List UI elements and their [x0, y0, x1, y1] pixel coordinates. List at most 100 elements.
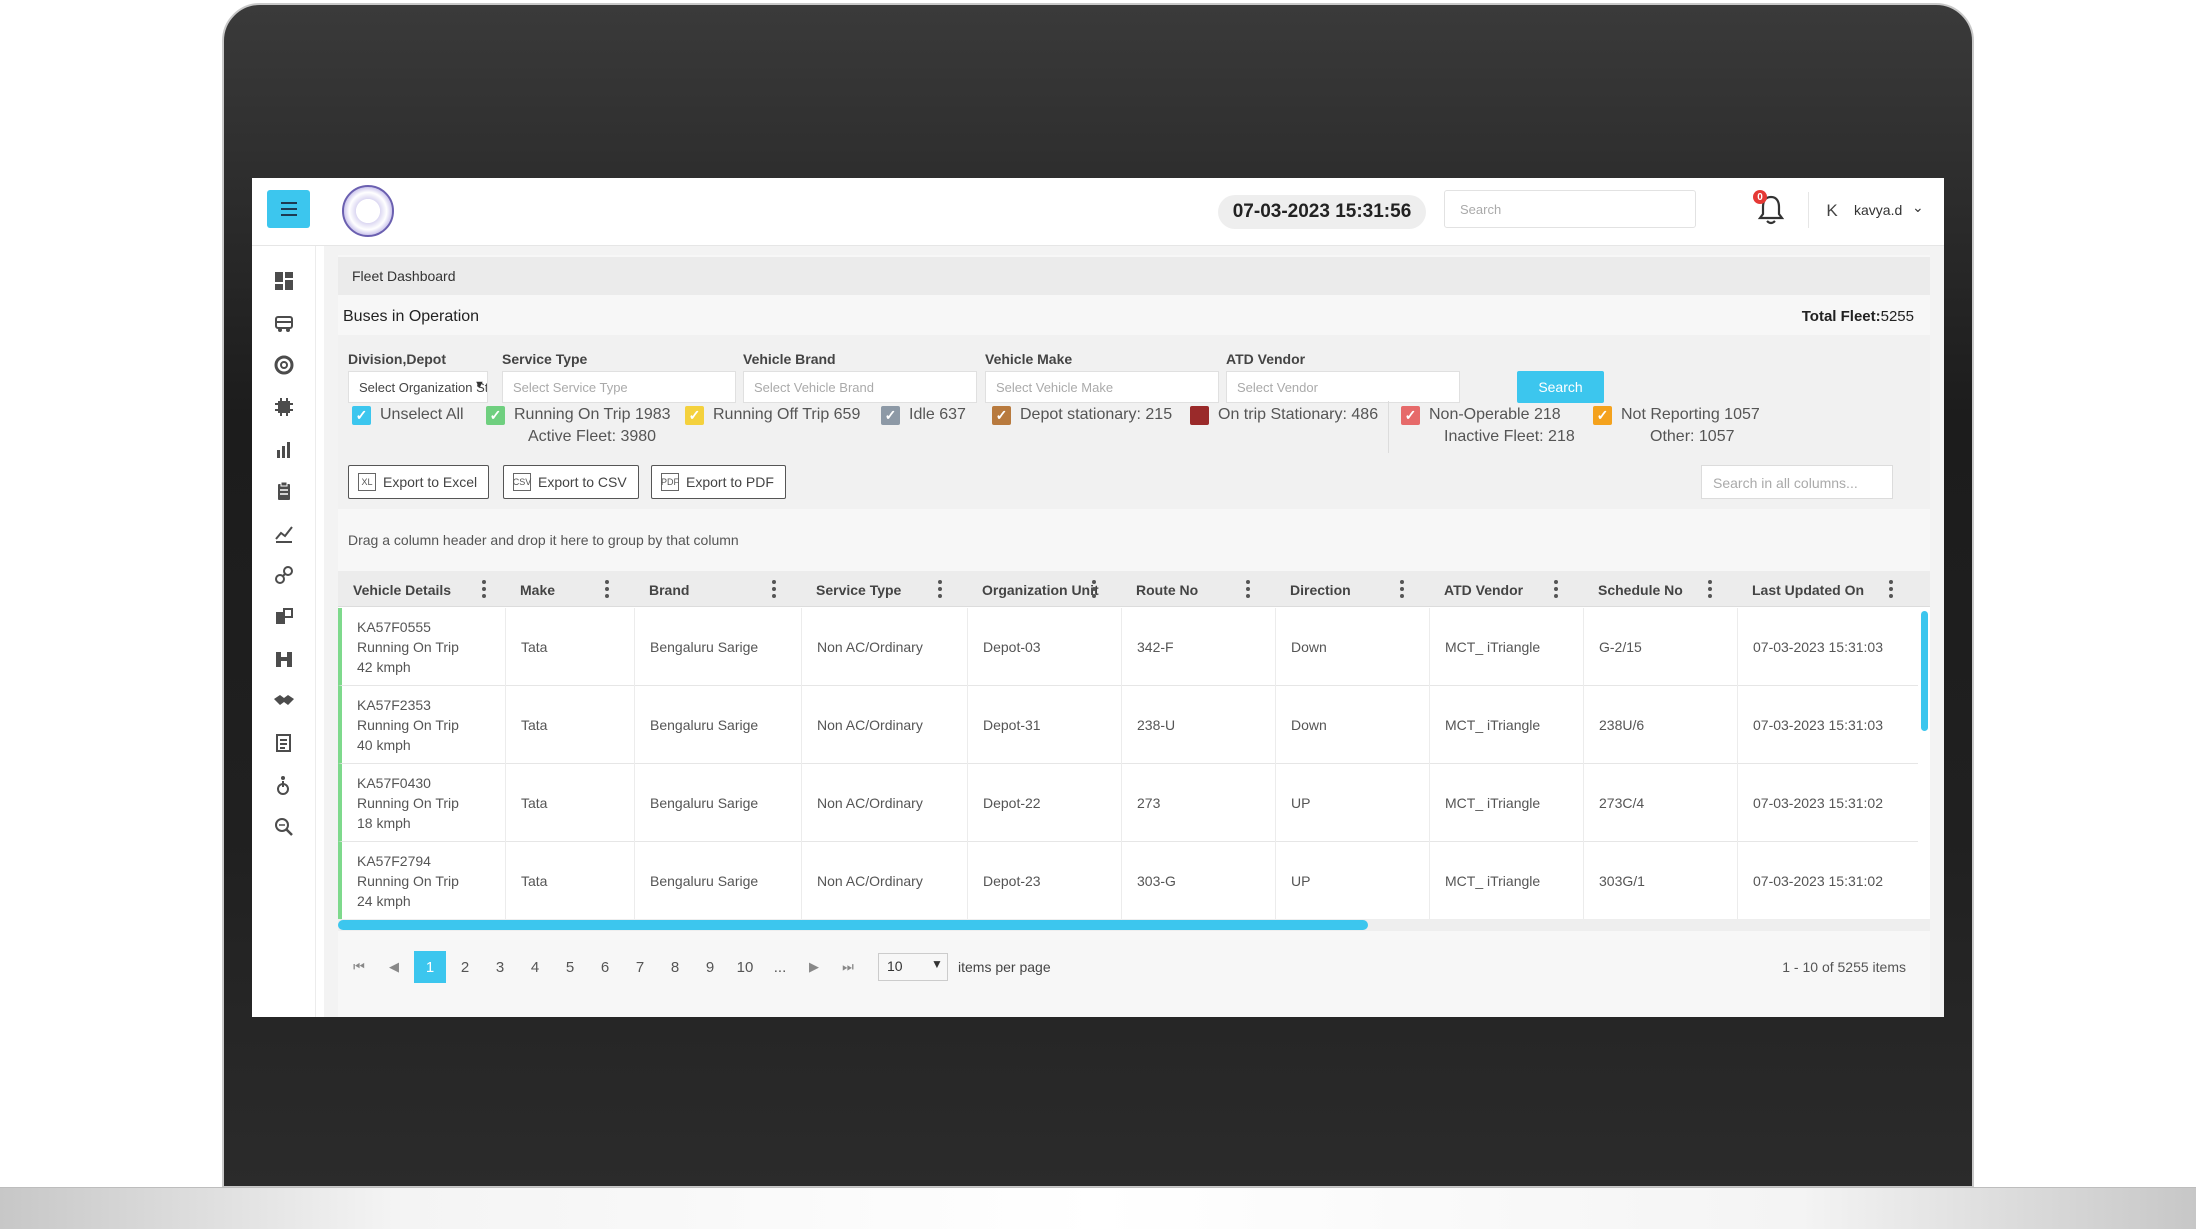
page-title: Buses in Operation: [343, 308, 480, 325]
vertical-scrollbar[interactable]: [1921, 611, 1928, 731]
service-type-cell: Non AC/Ordinary: [801, 608, 967, 686]
export-excel-button[interactable]: XL Export to Excel: [348, 465, 490, 499]
vehicle-details-cell: KA57F2353 Running On Trip 40 kmph: [342, 686, 505, 764]
column-menu-icon[interactable]: [1553, 580, 1559, 598]
column-search-input[interactable]: Search in all columns...: [1701, 465, 1893, 499]
page-button-4[interactable]: 4: [519, 951, 551, 983]
previous-page-icon[interactable]: ◀: [378, 951, 410, 983]
vehicle-status: Running On Trip: [357, 873, 459, 889]
column-header-last-updated-on[interactable]: Last Updated On: [1737, 571, 1879, 607]
schedule-no-cell: 273C/4: [1583, 764, 1737, 842]
current-datetime: 07-03-2023 15:31:56: [1218, 195, 1426, 229]
export-pdf-button[interactable]: PDF Export to PDF: [651, 465, 786, 499]
legend-unselect-all[interactable]: ✓ Unselect All: [352, 403, 464, 427]
export-csv-label: Export to CSV: [538, 474, 627, 490]
vehicle-speed: 42 kmph: [357, 659, 411, 675]
table-row[interactable]: KA57F2353 Running On Trip 40 kmph Tata B…: [338, 686, 1918, 764]
legend-on-trip-stationary[interactable]: On trip Stationary: 486: [1190, 403, 1378, 427]
bus-icon[interactable]: [271, 310, 297, 336]
legend-idle[interactable]: ✓ Idle 637: [881, 403, 966, 427]
clipboard-icon[interactable]: [271, 478, 297, 504]
column-header-make[interactable]: Make: [505, 571, 570, 607]
sidebar: [252, 246, 316, 1017]
column-menu-icon[interactable]: [1245, 580, 1251, 598]
page-button-9[interactable]: 9: [694, 951, 726, 983]
service-type-label: Service Type: [502, 351, 588, 367]
global-search-input[interactable]: Search: [1444, 190, 1696, 228]
column-header-atd-vendor[interactable]: ATD Vendor: [1429, 571, 1538, 607]
legend-running-off-trip[interactable]: ✓ Running Off Trip 659: [685, 403, 860, 427]
depot-icon[interactable]: [271, 604, 297, 630]
column-header-service-type[interactable]: Service Type: [801, 571, 916, 607]
service-type-select[interactable]: Select Service Type: [502, 371, 736, 403]
notification-count-badge: 0: [1753, 190, 1767, 204]
atd-vendor-select[interactable]: Select Vendor: [1226, 371, 1460, 403]
page-button-10[interactable]: 10: [729, 951, 761, 983]
handshake-icon[interactable]: [271, 688, 297, 714]
route-icon[interactable]: [271, 562, 297, 588]
column-header-direction[interactable]: Direction: [1275, 571, 1366, 607]
hamburger-menu-button[interactable]: [267, 190, 310, 228]
last-page-icon[interactable]: ⏭: [832, 951, 864, 983]
legend-non-operable[interactable]: ✓ Non-Operable 218: [1401, 403, 1561, 427]
analytics-icon[interactable]: [271, 520, 297, 546]
pagination-bar: ⏮ ◀ 1 2 3 4 5 6 7 8 9 10 ... ▶ ⏭ 10 ▼ it…: [338, 947, 1930, 987]
table-row[interactable]: KA57F2794 Running On Trip 24 kmph Tata B…: [338, 842, 1918, 920]
pdf-file-icon: PDF: [661, 473, 679, 491]
legend-not-reporting[interactable]: ✓ Not Reporting 1057: [1593, 403, 1760, 427]
group-drop-zone[interactable]: Drag a column header and drop it here to…: [338, 511, 1930, 567]
page-button-3[interactable]: 3: [484, 951, 516, 983]
column-menu-icon[interactable]: [1399, 580, 1405, 598]
page-button-more[interactable]: ...: [764, 951, 796, 983]
column-menu-icon[interactable]: [1707, 580, 1713, 598]
atd-vendor-cell: MCT_ iTriangle: [1429, 764, 1583, 842]
vehicle-grid: Vehicle Details Make Brand Service Type …: [338, 571, 1930, 931]
vehicle-brand-select[interactable]: Select Vehicle Brand: [743, 371, 977, 403]
table-row[interactable]: KA57F0555 Running On Trip 42 kmph Tata B…: [338, 608, 1918, 686]
search-button[interactable]: Search: [1517, 371, 1604, 403]
organization-unit-cell: Depot-31: [967, 686, 1121, 764]
page-button-7[interactable]: 7: [624, 951, 656, 983]
report-icon[interactable]: [271, 730, 297, 756]
dashboard-icon[interactable]: [271, 268, 297, 294]
legend-running-on-trip[interactable]: ✓ Running On Trip 1983: [486, 403, 671, 427]
column-header-brand[interactable]: Brand: [634, 571, 704, 607]
export-excel-label: Export to Excel: [383, 474, 478, 490]
page-button-8[interactable]: 8: [659, 951, 691, 983]
zoom-icon[interactable]: [271, 814, 297, 840]
bar-chart-icon[interactable]: [271, 436, 297, 462]
fleet-map-icon[interactable]: [271, 646, 297, 672]
legend-depot-stationary[interactable]: ✓ Depot stationary: 215: [992, 403, 1172, 427]
column-menu-icon[interactable]: [481, 580, 487, 598]
accessibility-icon[interactable]: [271, 772, 297, 798]
column-header-vehicle-details[interactable]: Vehicle Details: [338, 571, 466, 607]
export-csv-button[interactable]: CSV Export to CSV: [503, 465, 639, 499]
chip-icon[interactable]: [271, 394, 297, 420]
column-menu-icon[interactable]: [771, 580, 777, 598]
page-button-1[interactable]: 1: [414, 951, 446, 983]
column-header-route-no[interactable]: Route No: [1121, 571, 1213, 607]
vehicle-make-select[interactable]: Select Vehicle Make: [985, 371, 1219, 403]
service-type-cell: Non AC/Ordinary: [801, 764, 967, 842]
avatar[interactable]: K: [1816, 195, 1848, 227]
brand-cell: Bengaluru Sarige: [634, 842, 801, 920]
column-menu-icon[interactable]: [604, 580, 610, 598]
next-page-icon[interactable]: ▶: [798, 951, 830, 983]
username-label[interactable]: kavya.d: [1854, 202, 1902, 218]
column-menu-icon[interactable]: [1888, 580, 1894, 598]
make-cell: Tata: [505, 764, 634, 842]
page-button-2[interactable]: 2: [449, 951, 481, 983]
page-button-5[interactable]: 5: [554, 951, 586, 983]
service-type-cell: Non AC/Ordinary: [801, 842, 967, 920]
horizontal-scrollbar[interactable]: [338, 920, 1368, 930]
page-button-6[interactable]: 6: [589, 951, 621, 983]
chevron-down-icon[interactable]: ⌄: [1912, 199, 1924, 216]
division-select[interactable]: Select Organization Str...: [348, 371, 488, 403]
column-menu-icon[interactable]: [1091, 580, 1097, 598]
first-page-icon[interactable]: ⏮: [343, 951, 375, 983]
column-menu-icon[interactable]: [937, 580, 943, 598]
table-row[interactable]: KA57F0430 Running On Trip 18 kmph Tata B…: [338, 764, 1918, 842]
column-header-schedule-no[interactable]: Schedule No: [1583, 571, 1698, 607]
support-icon[interactable]: [271, 352, 297, 378]
laptop-base: [0, 1187, 2196, 1229]
